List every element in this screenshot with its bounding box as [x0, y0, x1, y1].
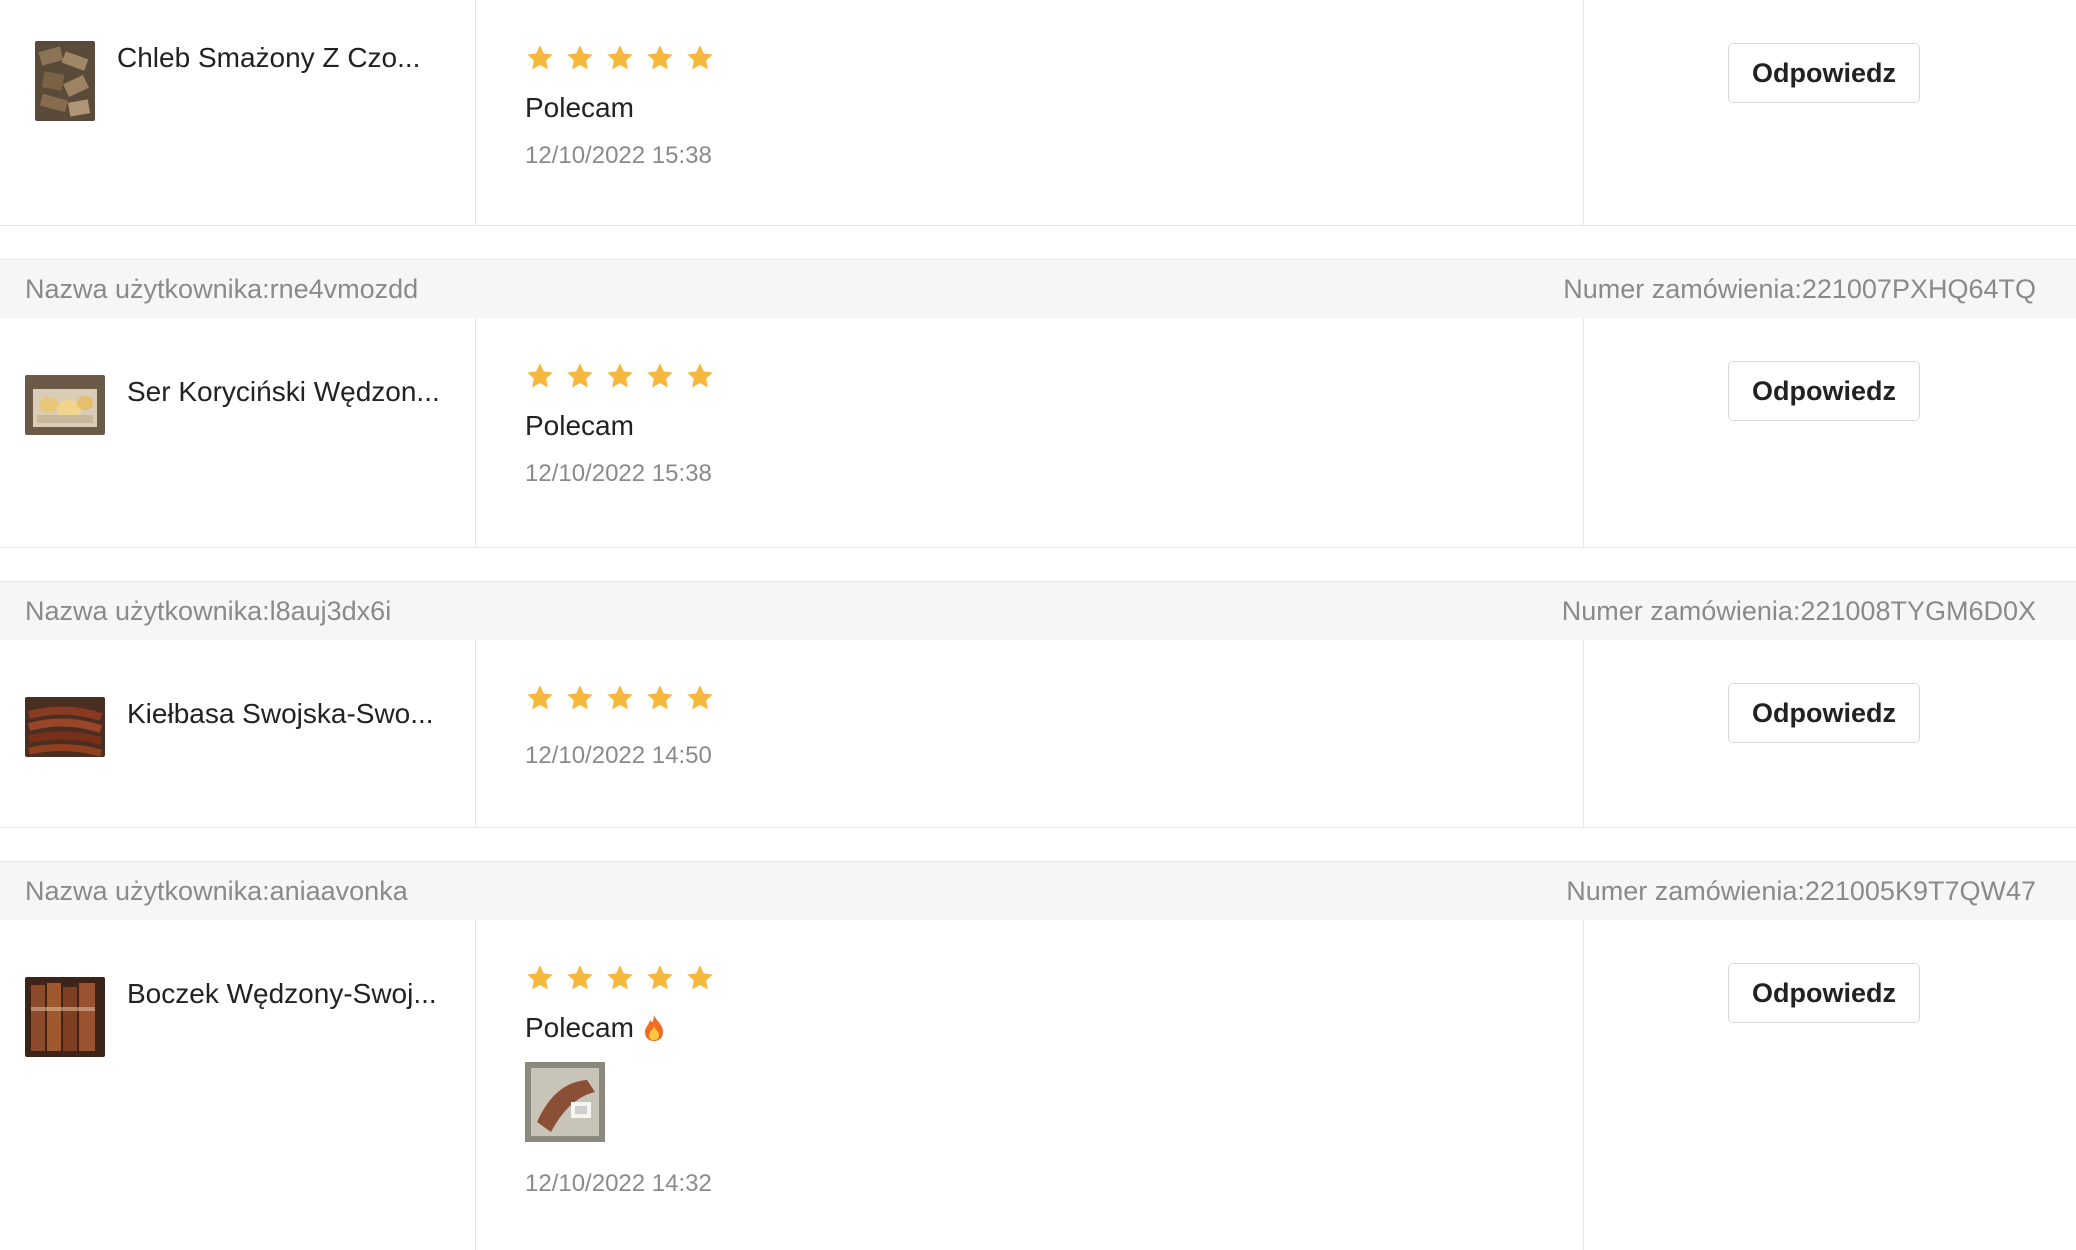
- review-row: Ser Koryciński Wędzon... Polecam 12/10/2…: [0, 318, 2076, 548]
- action-cell: Odpowiedz: [1584, 920, 2076, 1250]
- star-icon: [567, 965, 593, 990]
- review-content: Polecam 12/10/2022 14:32: [476, 920, 1584, 1250]
- review-comment: Polecam: [525, 1008, 1583, 1048]
- review-date: 12/10/2022 15:38: [525, 460, 712, 487]
- order-number-label: Numer zamówienia:221007PXHQ64TQ: [1563, 273, 2036, 304]
- review-comment: Polecam: [525, 88, 1583, 128]
- reply-button[interactable]: Odpowiedz: [1728, 683, 1920, 743]
- review-comment-text: Polecam: [525, 410, 634, 441]
- star-icon: [527, 363, 553, 388]
- product-name[interactable]: Chleb Smażony Z Czo...: [117, 42, 420, 74]
- product-name[interactable]: Ser Koryciński Wędzon...: [127, 376, 440, 408]
- star-rating: [525, 42, 1583, 74]
- product-cell: Chleb Smażony Z Czo...: [0, 0, 476, 225]
- review-date: 12/10/2022 14:32: [525, 1170, 712, 1197]
- product-cell: Ser Koryciński Wędzon...: [0, 318, 476, 547]
- star-icon: [607, 363, 633, 388]
- star-icon: [687, 685, 713, 710]
- order-number-label: Numer zamówienia:221005K9T7QW47: [1566, 875, 2036, 906]
- review-comment: Polecam: [525, 406, 1583, 446]
- star-icon: [567, 363, 593, 388]
- review-header: Nazwa użytkownika:l8auj3dx6i Numer zamów…: [0, 582, 2076, 640]
- star-icon: [607, 685, 633, 710]
- star-icon: [647, 685, 673, 710]
- username-label: Nazwa użytkownika:rne4vmozdd: [25, 273, 419, 304]
- action-cell: Odpowiedz: [1584, 318, 2076, 547]
- fire-emoji-icon: [644, 1015, 663, 1041]
- star-icon: [527, 45, 553, 70]
- reviews-list: Chleb Smażony Z Czo... Polecam 12/10/202…: [0, 0, 2076, 1250]
- star-icon: [567, 685, 593, 710]
- row-separator: [0, 548, 2076, 582]
- star-icon: [647, 45, 673, 70]
- reply-button[interactable]: Odpowiedz: [1728, 361, 1920, 421]
- product-name[interactable]: Boczek Wędzony-Swoj...: [127, 978, 437, 1010]
- review-row: Kiełbasa Swojska-Swo... 12/10/2022 14:50…: [0, 640, 2076, 828]
- star-icon: [647, 363, 673, 388]
- action-cell: Odpowiedz: [1584, 0, 2076, 225]
- review-comment-text: Polecam: [525, 92, 634, 123]
- review-photo[interactable]: [525, 1062, 605, 1142]
- action-cell: Odpowiedz: [1584, 640, 2076, 827]
- product-name[interactable]: Kiełbasa Swojska-Swo...: [127, 698, 434, 730]
- product-cell: Kiełbasa Swojska-Swo...: [0, 640, 476, 827]
- star-icon: [647, 965, 673, 990]
- review-comment-text: Polecam: [525, 1012, 634, 1043]
- star-icon: [687, 965, 713, 990]
- star-icon: [687, 45, 713, 70]
- review-header: Nazwa użytkownika:rne4vmozdd Numer zamów…: [0, 260, 2076, 318]
- product-thumbnail[interactable]: [25, 697, 105, 757]
- review-content: Polecam 12/10/2022 15:38: [476, 318, 1584, 547]
- username-label: Nazwa użytkownika:aniaavonka: [25, 875, 408, 906]
- star-rating: [525, 682, 1583, 714]
- product-thumbnail[interactable]: [25, 375, 105, 435]
- reply-button[interactable]: Odpowiedz: [1728, 963, 1920, 1023]
- product-thumbnail[interactable]: [25, 977, 105, 1057]
- review-row: Boczek Wędzony-Swoj... Polecam 12/10/202…: [0, 920, 2076, 1250]
- username-label: Nazwa użytkownika:l8auj3dx6i: [25, 595, 392, 626]
- review-content: Polecam 12/10/2022 15:38: [476, 0, 1584, 225]
- star-icon: [607, 965, 633, 990]
- star-rating: [525, 360, 1583, 392]
- row-separator: [0, 226, 2076, 260]
- order-number-label: Numer zamówienia:221008TYGM6D0X: [1561, 595, 2036, 626]
- review-date: 12/10/2022 15:38: [525, 142, 712, 169]
- review-row: Chleb Smażony Z Czo... Polecam 12/10/202…: [0, 0, 2076, 226]
- star-rating: [525, 962, 1583, 994]
- review-header: Nazwa użytkownika:aniaavonka Numer zamów…: [0, 862, 2076, 920]
- star-icon: [527, 965, 553, 990]
- star-icon: [687, 363, 713, 388]
- star-icon: [567, 45, 593, 70]
- reply-button[interactable]: Odpowiedz: [1728, 43, 1920, 103]
- review-content: 12/10/2022 14:50: [476, 640, 1584, 827]
- star-icon: [607, 45, 633, 70]
- star-icon: [527, 685, 553, 710]
- product-cell: Boczek Wędzony-Swoj...: [0, 920, 476, 1250]
- row-separator: [0, 828, 2076, 862]
- product-thumbnail[interactable]: [35, 41, 95, 121]
- review-date: 12/10/2022 14:50: [525, 742, 712, 769]
